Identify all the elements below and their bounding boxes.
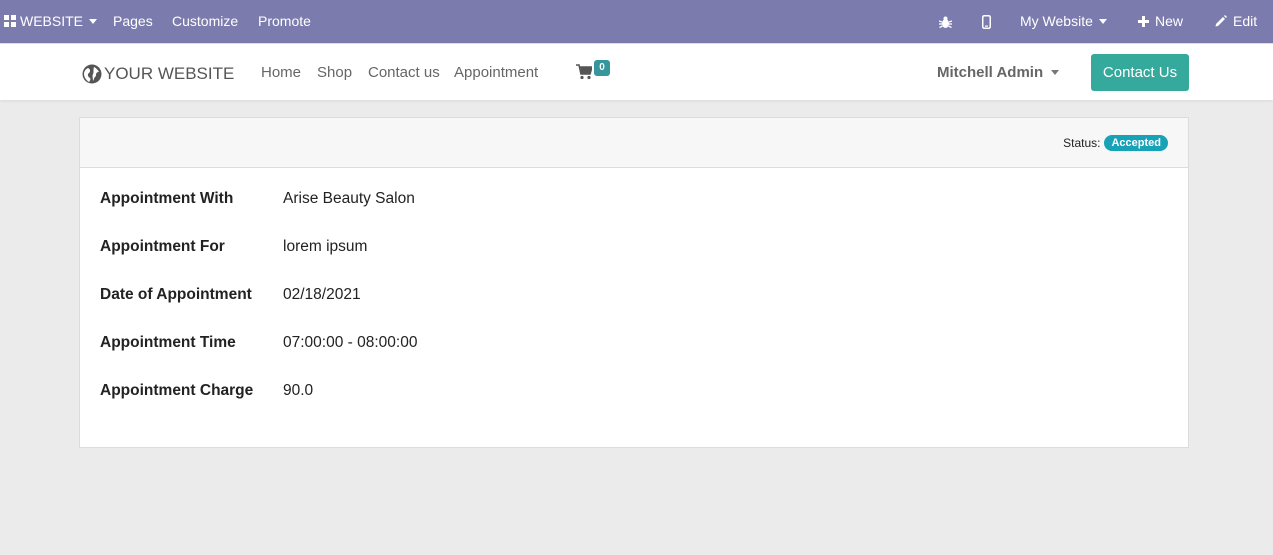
status: Status: Accepted xyxy=(1063,135,1168,151)
customize-menu[interactable]: Customize xyxy=(172,0,238,43)
site-header: YOUR WEBSITE Home Shop Contact us Appoin… xyxy=(0,43,1273,100)
new-button-label: New xyxy=(1155,13,1184,29)
globe-icon xyxy=(82,64,102,84)
pages-menu[interactable]: Pages xyxy=(113,0,153,43)
detail-label: Appointment For xyxy=(100,238,225,255)
debug-button[interactable] xyxy=(939,0,952,43)
plus-icon xyxy=(1138,15,1149,27)
chevron-down-icon xyxy=(1051,69,1060,75)
user-name: Mitchell Admin xyxy=(937,64,1044,81)
chevron-down-icon xyxy=(89,18,98,24)
promote-menu[interactable]: Promote xyxy=(258,0,311,43)
edit-button[interactable]: Edit xyxy=(1215,0,1257,43)
nav-appointment[interactable]: Appointment xyxy=(454,44,538,101)
bug-icon xyxy=(939,16,952,29)
admin-bar: WEBSITE Pages Customize Promote My Websi… xyxy=(0,0,1273,43)
detail-value: 02/18/2021 xyxy=(283,286,361,303)
edit-button-label: Edit xyxy=(1233,13,1258,29)
grid-icon xyxy=(4,14,16,27)
contact-us-button[interactable]: Contact Us xyxy=(1091,54,1189,91)
detail-value: lorem ipsum xyxy=(283,238,368,255)
detail-value: 07:00:00 - 08:00:00 xyxy=(283,334,418,351)
website-menu[interactable]: WEBSITE xyxy=(4,0,98,43)
appointment-card: Status: Accepted Appointment With Arise … xyxy=(79,117,1189,448)
status-badge: Accepted xyxy=(1104,135,1168,151)
pencil-icon xyxy=(1215,15,1227,27)
user-menu[interactable]: Mitchell Admin xyxy=(937,44,1060,101)
my-website-menu[interactable]: My Website xyxy=(1020,0,1107,43)
cart-count-badge: 0 xyxy=(594,60,610,76)
detail-label: Appointment Charge xyxy=(100,382,254,399)
logo-text: YOUR WEBSITE xyxy=(104,64,235,83)
detail-label: Appointment With xyxy=(100,190,234,207)
detail-label: Date of Appointment xyxy=(100,286,252,303)
my-website-label: My Website xyxy=(1020,13,1093,29)
chevron-down-icon xyxy=(1098,18,1107,24)
detail-label: Appointment Time xyxy=(100,334,236,351)
nav-shop[interactable]: Shop xyxy=(317,44,352,101)
nav-contact-us[interactable]: Contact us xyxy=(368,44,440,101)
mobile-icon xyxy=(982,15,991,30)
nav-home[interactable]: Home xyxy=(261,44,301,101)
cart-icon[interactable] xyxy=(576,64,592,80)
detail-value: 90.0 xyxy=(283,382,314,399)
website-menu-label: WEBSITE xyxy=(20,13,84,29)
card-header: Status: Accepted xyxy=(80,118,1188,168)
status-label: Status: xyxy=(1063,136,1101,150)
site-logo[interactable]: YOUR WEBSITE xyxy=(82,59,234,89)
detail-value: Arise Beauty Salon xyxy=(283,190,415,207)
mobile-preview-button[interactable] xyxy=(982,0,991,43)
new-button[interactable]: New xyxy=(1138,0,1183,43)
